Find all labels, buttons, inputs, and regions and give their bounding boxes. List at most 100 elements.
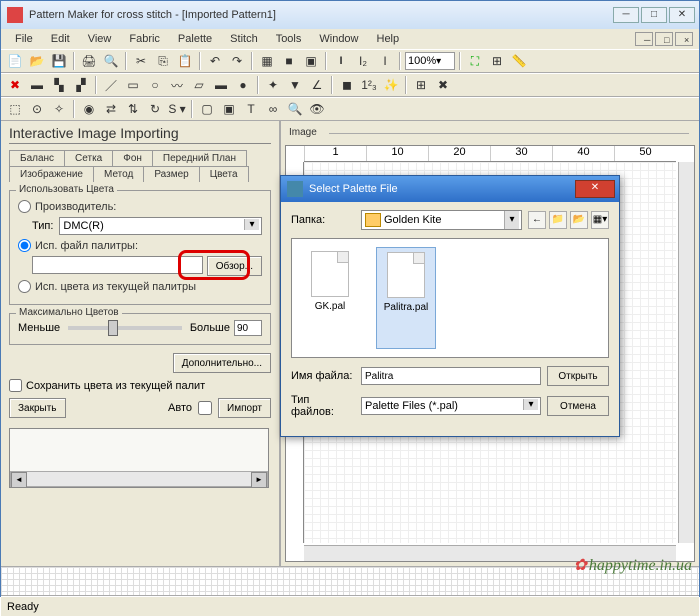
menu-window[interactable]: Window xyxy=(311,31,366,47)
marquee-icon[interactable]: ⬚ xyxy=(5,99,25,119)
formula-icon[interactable]: 1²₃ xyxy=(359,75,379,95)
tab-balance[interactable]: Баланс xyxy=(9,150,65,166)
file-list[interactable]: GK.pal Palitra.pal xyxy=(291,238,609,358)
copy-icon[interactable]: ⎘ xyxy=(153,51,173,71)
text-size-icon[interactable]: I₂ xyxy=(353,51,373,71)
menu-help[interactable]: Help xyxy=(369,31,408,47)
filetype-combo[interactable]: Palette Files (*.pal) xyxy=(361,397,541,415)
fit-icon[interactable]: ⛶ xyxy=(465,51,485,71)
tool3-icon[interactable]: ▚ xyxy=(49,75,69,95)
text-icon[interactable]: I xyxy=(375,51,395,71)
advanced-button[interactable]: Дополнительно... xyxy=(173,353,271,373)
view2-icon[interactable]: ■ xyxy=(279,51,299,71)
sel2-icon[interactable]: ▣ xyxy=(219,99,239,119)
tab-size[interactable]: Размер xyxy=(143,166,199,182)
view1-icon[interactable]: ▦ xyxy=(257,51,277,71)
colors-slider[interactable] xyxy=(68,326,182,330)
eye-icon[interactable]: 👁 xyxy=(307,99,327,119)
undo-icon[interactable]: ↶ xyxy=(205,51,225,71)
menu-stitch[interactable]: Stitch xyxy=(222,31,266,47)
line-icon[interactable]: ／ xyxy=(101,75,121,95)
tab-image[interactable]: Изображение xyxy=(9,166,94,182)
new-icon[interactable]: 📄 xyxy=(5,51,25,71)
spark-icon[interactable]: ✨ xyxy=(381,75,401,95)
back-icon[interactable]: ← xyxy=(528,211,546,229)
fill-ellipse-icon[interactable]: ● xyxy=(233,75,253,95)
tool4-icon[interactable]: ▞ xyxy=(71,75,91,95)
filename-input[interactable] xyxy=(361,367,541,385)
save-colors-checkbox[interactable] xyxy=(9,379,22,392)
type-combo[interactable]: DMC(R) xyxy=(59,217,262,235)
radio-manufacturer[interactable] xyxy=(18,200,31,213)
tool2-icon[interactable]: ▬ xyxy=(27,75,47,95)
sel1-icon[interactable]: ▢ xyxy=(197,99,217,119)
tab-colors[interactable]: Цвета xyxy=(199,166,249,182)
cut-icon[interactable]: ✂ xyxy=(131,51,151,71)
open-icon[interactable]: 📂 xyxy=(27,51,47,71)
paste-icon[interactable]: 📋 xyxy=(175,51,195,71)
pick-icon[interactable]: ◉ xyxy=(79,99,99,119)
minimize-button[interactable]: ─ xyxy=(613,7,639,23)
gridtool-icon[interactable]: ⊞ xyxy=(411,75,431,95)
tab-grid[interactable]: Сетка xyxy=(64,150,113,166)
print-icon[interactable]: 🖨 xyxy=(79,51,99,71)
close-icon[interactable]: ✖ xyxy=(433,75,453,95)
zoom-icon[interactable]: 🔍 xyxy=(285,99,305,119)
maximize-button[interactable]: □ xyxy=(641,7,667,23)
link-icon[interactable]: ∞ xyxy=(263,99,283,119)
preview-icon[interactable]: 🔍 xyxy=(101,51,121,71)
canvas-vscroll[interactable] xyxy=(678,162,694,543)
ellipse-icon[interactable]: ○ xyxy=(145,75,165,95)
open-button[interactable]: Открыть xyxy=(547,366,609,386)
mdi-minimize[interactable]: ─ xyxy=(635,32,653,46)
text-tool-icon[interactable]: T xyxy=(241,99,261,119)
menu-edit[interactable]: Edit xyxy=(43,31,78,47)
angle-icon[interactable]: ∠ xyxy=(307,75,327,95)
flip-v-icon[interactable]: ⇅ xyxy=(123,99,143,119)
wand2-icon[interactable]: ✧ xyxy=(49,99,69,119)
preview-scrollbar[interactable] xyxy=(10,471,268,487)
menu-fabric[interactable]: Fabric xyxy=(121,31,168,47)
lasso-icon[interactable]: ⊙ xyxy=(27,99,47,119)
zoom-combo[interactable]: 100% ▾ xyxy=(405,52,455,70)
flip-h-icon[interactable]: ⇄ xyxy=(101,99,121,119)
curve-icon[interactable]: 〰 xyxy=(167,75,187,95)
menu-palette[interactable]: Palette xyxy=(170,31,220,47)
text-bold-icon[interactable]: I xyxy=(331,51,351,71)
save-icon[interactable]: 💾 xyxy=(49,51,69,71)
tab-method[interactable]: Метод xyxy=(93,166,144,182)
rotate-icon[interactable]: ↻ xyxy=(145,99,165,119)
grid-icon[interactable]: ⊞ xyxy=(487,51,507,71)
radio-current-palette[interactable] xyxy=(18,280,31,293)
redo-icon[interactable]: ↷ xyxy=(227,51,247,71)
mdi-close[interactable]: × xyxy=(675,32,693,46)
ruler-icon[interactable]: 📏 xyxy=(509,51,529,71)
color1-icon[interactable]: ◼ xyxy=(337,75,357,95)
tab-fg[interactable]: Передний План xyxy=(152,150,247,166)
dialog-close-button[interactable]: ✕ xyxy=(575,180,615,198)
newfolder-icon[interactable]: 📂 xyxy=(570,211,588,229)
mdi-restore[interactable]: □ xyxy=(655,32,673,46)
bucket-icon[interactable]: ▼ xyxy=(285,75,305,95)
radio-palette-file[interactable] xyxy=(18,239,31,252)
menu-file[interactable]: File xyxy=(7,31,41,47)
rect-icon[interactable]: ▭ xyxy=(123,75,143,95)
special-icon[interactable]: S ▾ xyxy=(167,99,187,119)
fill-rect-icon[interactable]: ▬ xyxy=(211,75,231,95)
close-button[interactable]: ✕ xyxy=(669,7,695,23)
menu-tools[interactable]: Tools xyxy=(268,31,310,47)
import-button[interactable]: Импорт xyxy=(218,398,271,418)
close-panel-button[interactable]: Закрыть xyxy=(9,398,66,418)
up-icon[interactable]: 📁 xyxy=(549,211,567,229)
cancel-button[interactable]: Отмена xyxy=(547,396,609,416)
auto-checkbox[interactable] xyxy=(198,401,212,415)
file-item[interactable]: GK.pal xyxy=(300,247,360,349)
wand-icon[interactable]: ✦ xyxy=(263,75,283,95)
view3-icon[interactable]: ▣ xyxy=(301,51,321,71)
tab-bg[interactable]: Фон xyxy=(112,150,153,166)
max-colors-input[interactable] xyxy=(234,320,262,336)
folder-combo[interactable]: Golden Kite xyxy=(361,210,522,230)
poly-icon[interactable]: ▱ xyxy=(189,75,209,95)
file-item[interactable]: Palitra.pal xyxy=(376,247,436,349)
select-icon[interactable]: ✖ xyxy=(5,75,25,95)
